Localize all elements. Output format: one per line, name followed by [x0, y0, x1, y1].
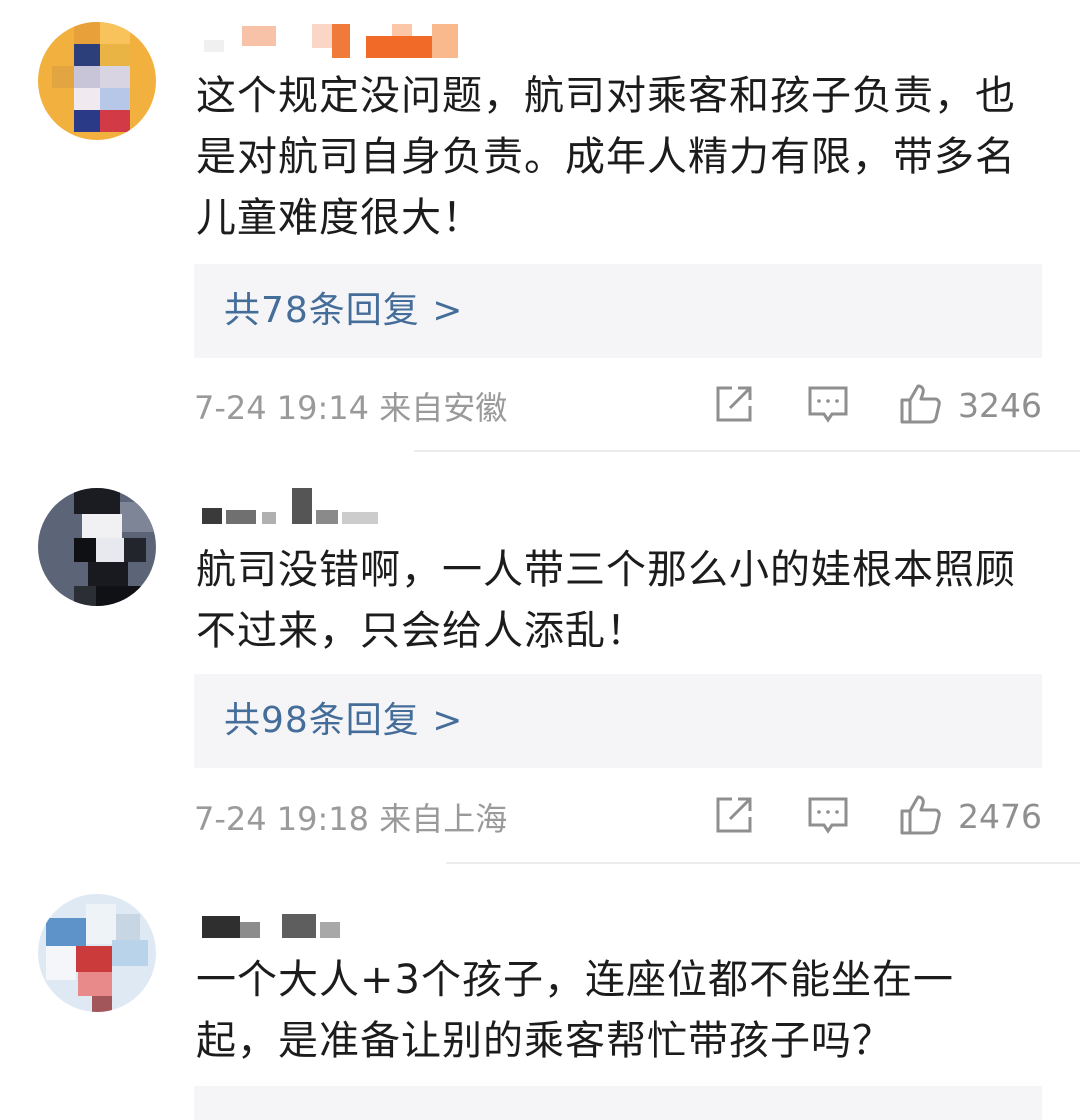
- avatar[interactable]: [38, 22, 156, 140]
- comment-item: 一个大人+3个孩子，连座位都不能坐在一起，是准备让别的乘客帮忙带孩子吗？: [0, 864, 1080, 1120]
- time-location: 7-24 19:14 来自安徽: [194, 389, 508, 427]
- like-icon[interactable]: [898, 793, 942, 837]
- avatar[interactable]: [38, 894, 156, 1012]
- comment-item: 航司没错啊，一人带三个那么小的娃根本照顾不过来，只会给人添乱！ 共98条回复 >…: [0, 452, 1080, 862]
- comment-meta: 7-24 19:14 来自安徽 3246: [194, 382, 1042, 432]
- replies-count-label: 共78条回复 >: [224, 290, 464, 331]
- like-count: 3246: [958, 386, 1042, 425]
- username-redacted[interactable]: [196, 908, 376, 948]
- comment-icon[interactable]: [806, 382, 850, 426]
- view-replies-link[interactable]: 共98条回复 >: [194, 674, 1042, 768]
- time-location: 7-24 19:18 来自上海: [194, 800, 508, 838]
- username-redacted[interactable]: [196, 22, 476, 62]
- share-icon[interactable]: [712, 793, 756, 837]
- view-replies-link[interactable]: [194, 1086, 1042, 1120]
- comment-text: 一个大人+3个孩子，连座位都不能坐在一起，是准备让别的乘客帮忙带孩子吗？: [196, 957, 954, 1064]
- view-replies-link[interactable]: 共78条回复 >: [194, 264, 1042, 358]
- comment-text: 这个规定没问题，航司对乘客和孩子负责，也是对航司自身负责。成年人精力有限，带多名…: [196, 73, 1016, 241]
- comment-item: 这个规定没问题，航司对乘客和孩子负责，也是对航司自身负责。成年人精力有限，带多名…: [0, 0, 1080, 450]
- replies-count-label: 共98条回复 >: [224, 700, 464, 741]
- share-icon[interactable]: [712, 382, 756, 426]
- comment-text: 航司没错啊，一人带三个那么小的娃根本照顾不过来，只会给人添乱！: [196, 547, 1016, 654]
- comment-meta: 7-24 19:18 来自上海 2476: [194, 793, 1042, 843]
- like-icon[interactable]: [898, 382, 942, 426]
- avatar[interactable]: [38, 488, 156, 606]
- username-redacted[interactable]: [196, 488, 396, 528]
- like-count: 2476: [958, 797, 1042, 836]
- comment-icon[interactable]: [806, 793, 850, 837]
